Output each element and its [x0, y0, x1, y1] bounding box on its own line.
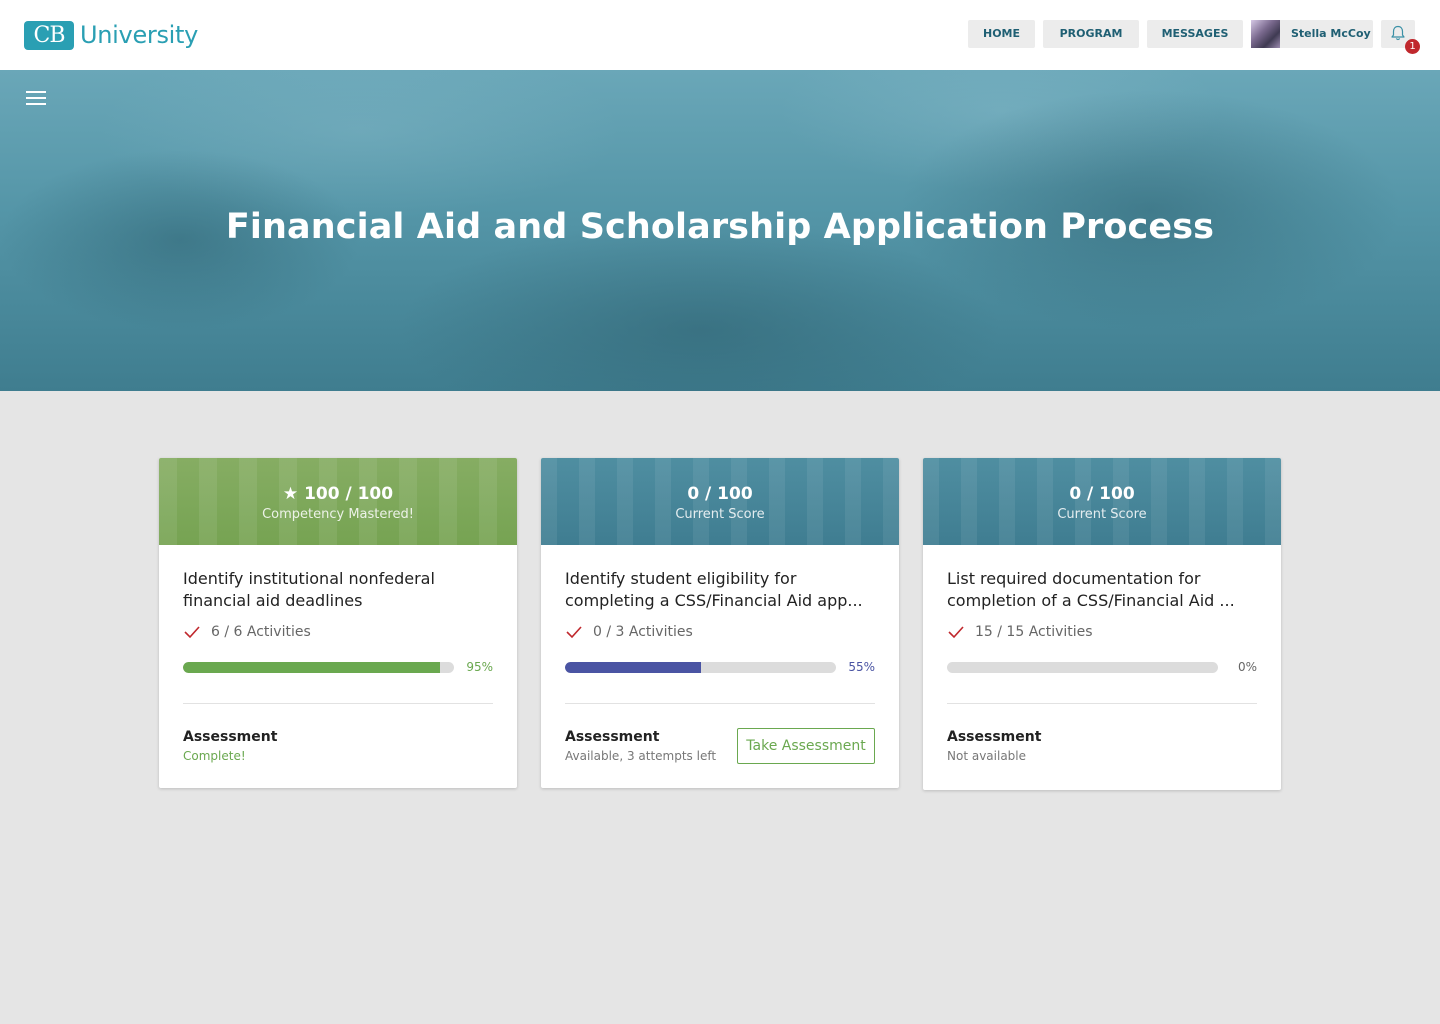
- notification-badge: 1: [1405, 39, 1420, 54]
- hamburger-menu-icon[interactable]: [26, 91, 46, 105]
- check-icon: [566, 626, 582, 639]
- progress-bar: [947, 662, 1218, 673]
- assessment-label: Assessment: [565, 729, 660, 745]
- user-menu-button[interactable]: Stella McCoy: [1251, 20, 1373, 48]
- card-score-label: Competency Mastered!: [262, 507, 414, 522]
- page-title: Financial Aid and Scholarship Applicatio…: [225, 207, 1215, 247]
- card-activities: 0 / 3 Activities: [565, 623, 693, 641]
- progress-percent: 95%: [466, 660, 493, 674]
- card-title[interactable]: List required documentation for completi…: [947, 568, 1247, 612]
- progress-fill: [183, 662, 441, 673]
- assessment-status: Not available: [947, 749, 1027, 763]
- activities-count: 0 / 3 Activities: [593, 624, 693, 640]
- program-nav-button[interactable]: PROGRAM: [1043, 20, 1139, 48]
- check-icon: [184, 626, 200, 639]
- logo-text: University: [80, 21, 199, 49]
- competency-card[interactable]: ★ 100 / 100 Competency Mastered! Identif…: [159, 458, 517, 788]
- card-divider: [183, 703, 493, 704]
- competency-card[interactable]: 0 / 100 Current Score Identify student e…: [541, 458, 899, 788]
- home-nav-button[interactable]: HOME: [968, 20, 1035, 48]
- card-activities: 15 / 15 Activities: [947, 623, 1093, 641]
- hero-banner: Financial Aid and Scholarship Applicatio…: [0, 70, 1440, 391]
- bell-icon: [1391, 25, 1405, 41]
- top-navbar: CB University HOME PROGRAM MESSAGES Stel…: [0, 0, 1440, 70]
- card-score-label: Current Score: [675, 507, 765, 522]
- card-activities: 6 / 6 Activities: [183, 623, 311, 641]
- logo-mark: CB: [24, 20, 74, 50]
- competency-card[interactable]: 0 / 100 Current Score List required docu…: [923, 458, 1281, 790]
- progress-bar: [565, 662, 836, 673]
- card-title[interactable]: Identify student eligibility for complet…: [565, 568, 865, 612]
- user-avatar: [1251, 20, 1280, 48]
- messages-nav-button[interactable]: MESSAGES: [1147, 20, 1243, 48]
- cb-university-logo[interactable]: CB University: [24, 20, 198, 50]
- check-icon: [948, 626, 964, 639]
- activities-count: 6 / 6 Activities: [211, 624, 311, 640]
- progress-fill: [565, 662, 701, 673]
- card-title[interactable]: Identify institutional nonfederal financ…: [183, 568, 483, 612]
- card-score-header: ★ 100 / 100 Competency Mastered!: [159, 458, 517, 545]
- card-divider: [947, 703, 1257, 704]
- activities-count: 15 / 15 Activities: [975, 624, 1093, 640]
- take-assessment-button[interactable]: Take Assessment: [737, 728, 875, 764]
- assessment-status: Complete!: [183, 749, 246, 763]
- user-name: Stella McCoy: [1291, 27, 1371, 40]
- progress-percent: 0%: [1237, 660, 1257, 674]
- assessment-status: Available, 3 attempts left: [565, 749, 717, 763]
- card-score: 0 / 100: [687, 484, 753, 504]
- card-score: 0 / 100: [1069, 484, 1135, 504]
- progress-bar: [183, 662, 454, 673]
- assessment-label: Assessment: [947, 729, 1042, 745]
- card-score-header: 0 / 100 Current Score: [541, 458, 899, 545]
- assessment-label: Assessment: [183, 729, 278, 745]
- card-divider: [565, 703, 875, 704]
- progress-percent: 55%: [848, 660, 875, 674]
- card-score: ★ 100 / 100: [282, 484, 394, 504]
- card-score-label: Current Score: [1057, 507, 1147, 522]
- card-score-header: 0 / 100 Current Score: [923, 458, 1281, 545]
